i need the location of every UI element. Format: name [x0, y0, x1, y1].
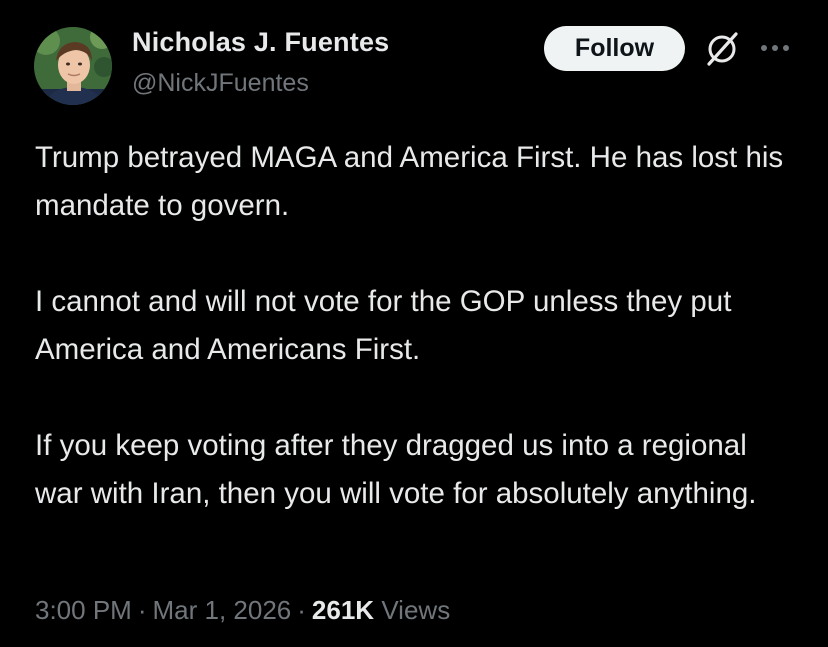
author-display-name[interactable]: Nicholas J. Fuentes: [132, 27, 389, 58]
post-text: Trump betrayed MAGA and America First. H…: [35, 134, 795, 518]
post-time[interactable]: 3:00 PM: [35, 595, 132, 625]
post-paragraph: I cannot and will not vote for the GOP u…: [35, 285, 732, 366]
follow-button[interactable]: Follow: [544, 26, 685, 71]
post-date[interactable]: Mar 1, 2026: [153, 595, 292, 625]
author-handle[interactable]: @NickJFuentes: [132, 69, 309, 98]
grok-icon[interactable]: [703, 30, 741, 68]
separator-dot: ·: [137, 595, 147, 625]
post-paragraph: If you keep voting after they dragged us…: [35, 429, 757, 510]
views-label: Views: [381, 595, 451, 625]
avatar-image: [34, 27, 112, 105]
post-header: Nicholas J. Fuentes @NickJFuentes Follow: [0, 0, 828, 110]
post-paragraph: Trump betrayed MAGA and America First. H…: [35, 141, 784, 222]
views-count[interactable]: 261K: [312, 595, 374, 625]
separator-dot: ·: [297, 595, 306, 625]
post-meta: 3:00 PM · Mar 1, 2026 · 261K Views: [35, 595, 450, 626]
more-options-icon[interactable]: [758, 36, 792, 60]
follow-button-label: Follow: [574, 34, 655, 62]
avatar[interactable]: [34, 27, 112, 105]
